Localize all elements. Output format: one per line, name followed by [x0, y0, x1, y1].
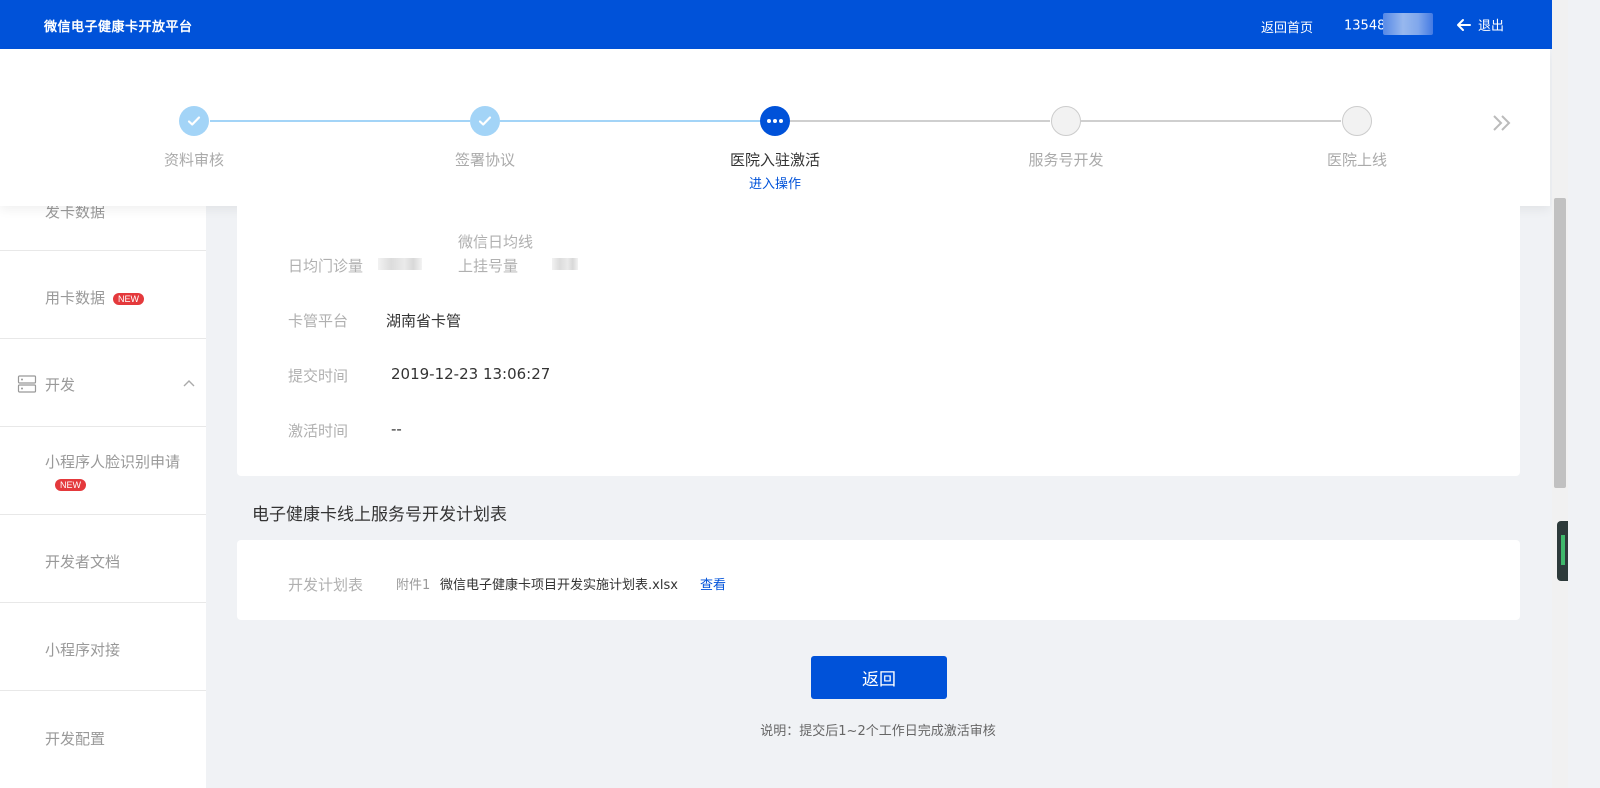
check-icon: [478, 116, 492, 126]
step-3-active: [760, 106, 790, 136]
blurred-value: [552, 258, 578, 270]
submit-time-value: 2019-12-23 13:06:27: [391, 365, 551, 383]
step-progress: 资料审核 签署协议 医院入驻激活 进入操作 服务号开发 医院上线: [0, 49, 1550, 206]
attachment-label: 附件1: [396, 578, 431, 593]
sidebar-item-label: 小程序人脸识别申请: [45, 453, 181, 471]
step-2-check: [470, 106, 500, 136]
step-connector: [1081, 120, 1341, 122]
sidebar-group-develop[interactable]: 开发: [0, 339, 206, 427]
step-action-link[interactable]: 进入操作: [695, 173, 855, 192]
dev-plan-label: 开发计划表: [288, 576, 364, 594]
sidebar-item-face-recognition[interactable]: 小程序人脸识别申请 NEW: [0, 427, 206, 515]
sidebar-item-label: 开发: [45, 376, 76, 394]
phone-number: 13548: [1344, 18, 1386, 34]
arrow-left-icon: [1457, 18, 1471, 31]
brand-title: 微信电子健康卡开放平台: [44, 20, 193, 35]
activate-time-label: 激活时间: [288, 422, 349, 440]
wechat-daily-label-line2: 上挂号量: [458, 257, 519, 275]
step-connector: [210, 120, 470, 122]
sidebar-item-label: 开发者文档: [45, 553, 121, 571]
sidebar-item-label: 小程序对接: [45, 641, 121, 659]
attachment-filename: 微信电子健康卡项目开发实施计划表.xlsx: [440, 578, 678, 593]
step-label: 资料审核: [163, 151, 224, 169]
step-label: 医院上线: [1326, 151, 1387, 169]
server-icon: [17, 375, 37, 393]
scrollbar-thumb[interactable]: [1554, 198, 1566, 488]
activation-info-card: [237, 206, 1520, 476]
phone-mask: [1383, 13, 1434, 35]
new-badge: NEW: [55, 479, 86, 491]
submit-time-label: 提交时间: [288, 367, 349, 385]
ellipsis-icon: [767, 119, 783, 123]
step-connector: [500, 120, 760, 122]
chevron-up-icon[interactable]: [182, 377, 196, 391]
card-platform-value: 湖南省卡管: [386, 312, 462, 330]
step-1-check: [179, 106, 209, 136]
step-4-pending: [1051, 106, 1081, 136]
view-attachment-link[interactable]: 查看: [700, 574, 726, 593]
top-bar: 微信电子健康卡开放平台 返回首页 13548 退出: [0, 0, 1552, 49]
logout-button[interactable]: 退出: [1456, 15, 1504, 34]
sidebar-item-miniprogram[interactable]: 小程序对接: [0, 603, 206, 691]
double-chevron-right-icon[interactable]: [1490, 111, 1514, 135]
user-phone: 13548: [1344, 13, 1434, 35]
daily-outpatient-label: 日均门诊量: [288, 257, 364, 275]
step-connector: [790, 120, 1050, 122]
new-badge: NEW: [113, 292, 145, 305]
activate-time-value: --: [391, 420, 402, 438]
back-button[interactable]: 返回: [811, 656, 947, 699]
check-icon: [187, 116, 201, 126]
step-label: 服务号开发: [1028, 151, 1104, 169]
step-5-pending: [1342, 106, 1372, 136]
blurred-value: [378, 258, 422, 270]
logout-label: 退出: [1478, 19, 1505, 34]
home-link[interactable]: 返回首页: [1261, 17, 1313, 36]
note-text: 说明：提交后1~2个工作日完成激活审核: [760, 724, 996, 739]
sidebar-item-dev-config[interactable]: 开发配置: [0, 691, 206, 788]
sidebar-item-card-usage-data[interactable]: 用卡数据 NEW: [0, 251, 206, 339]
sidebar-item-developer-docs[interactable]: 开发者文档: [0, 515, 206, 603]
floating-side-widget[interactable]: [1557, 521, 1568, 581]
card-platform-label: 卡管平台: [288, 312, 349, 330]
step-label: 签署协议: [454, 151, 515, 169]
sidebar-item-label: 用卡数据: [45, 289, 106, 307]
wechat-daily-label-line1: 微信日均线: [458, 233, 534, 251]
section-title: 电子健康卡线上服务号开发计划表: [252, 505, 507, 525]
step-label: 医院入驻激活: [729, 151, 820, 169]
